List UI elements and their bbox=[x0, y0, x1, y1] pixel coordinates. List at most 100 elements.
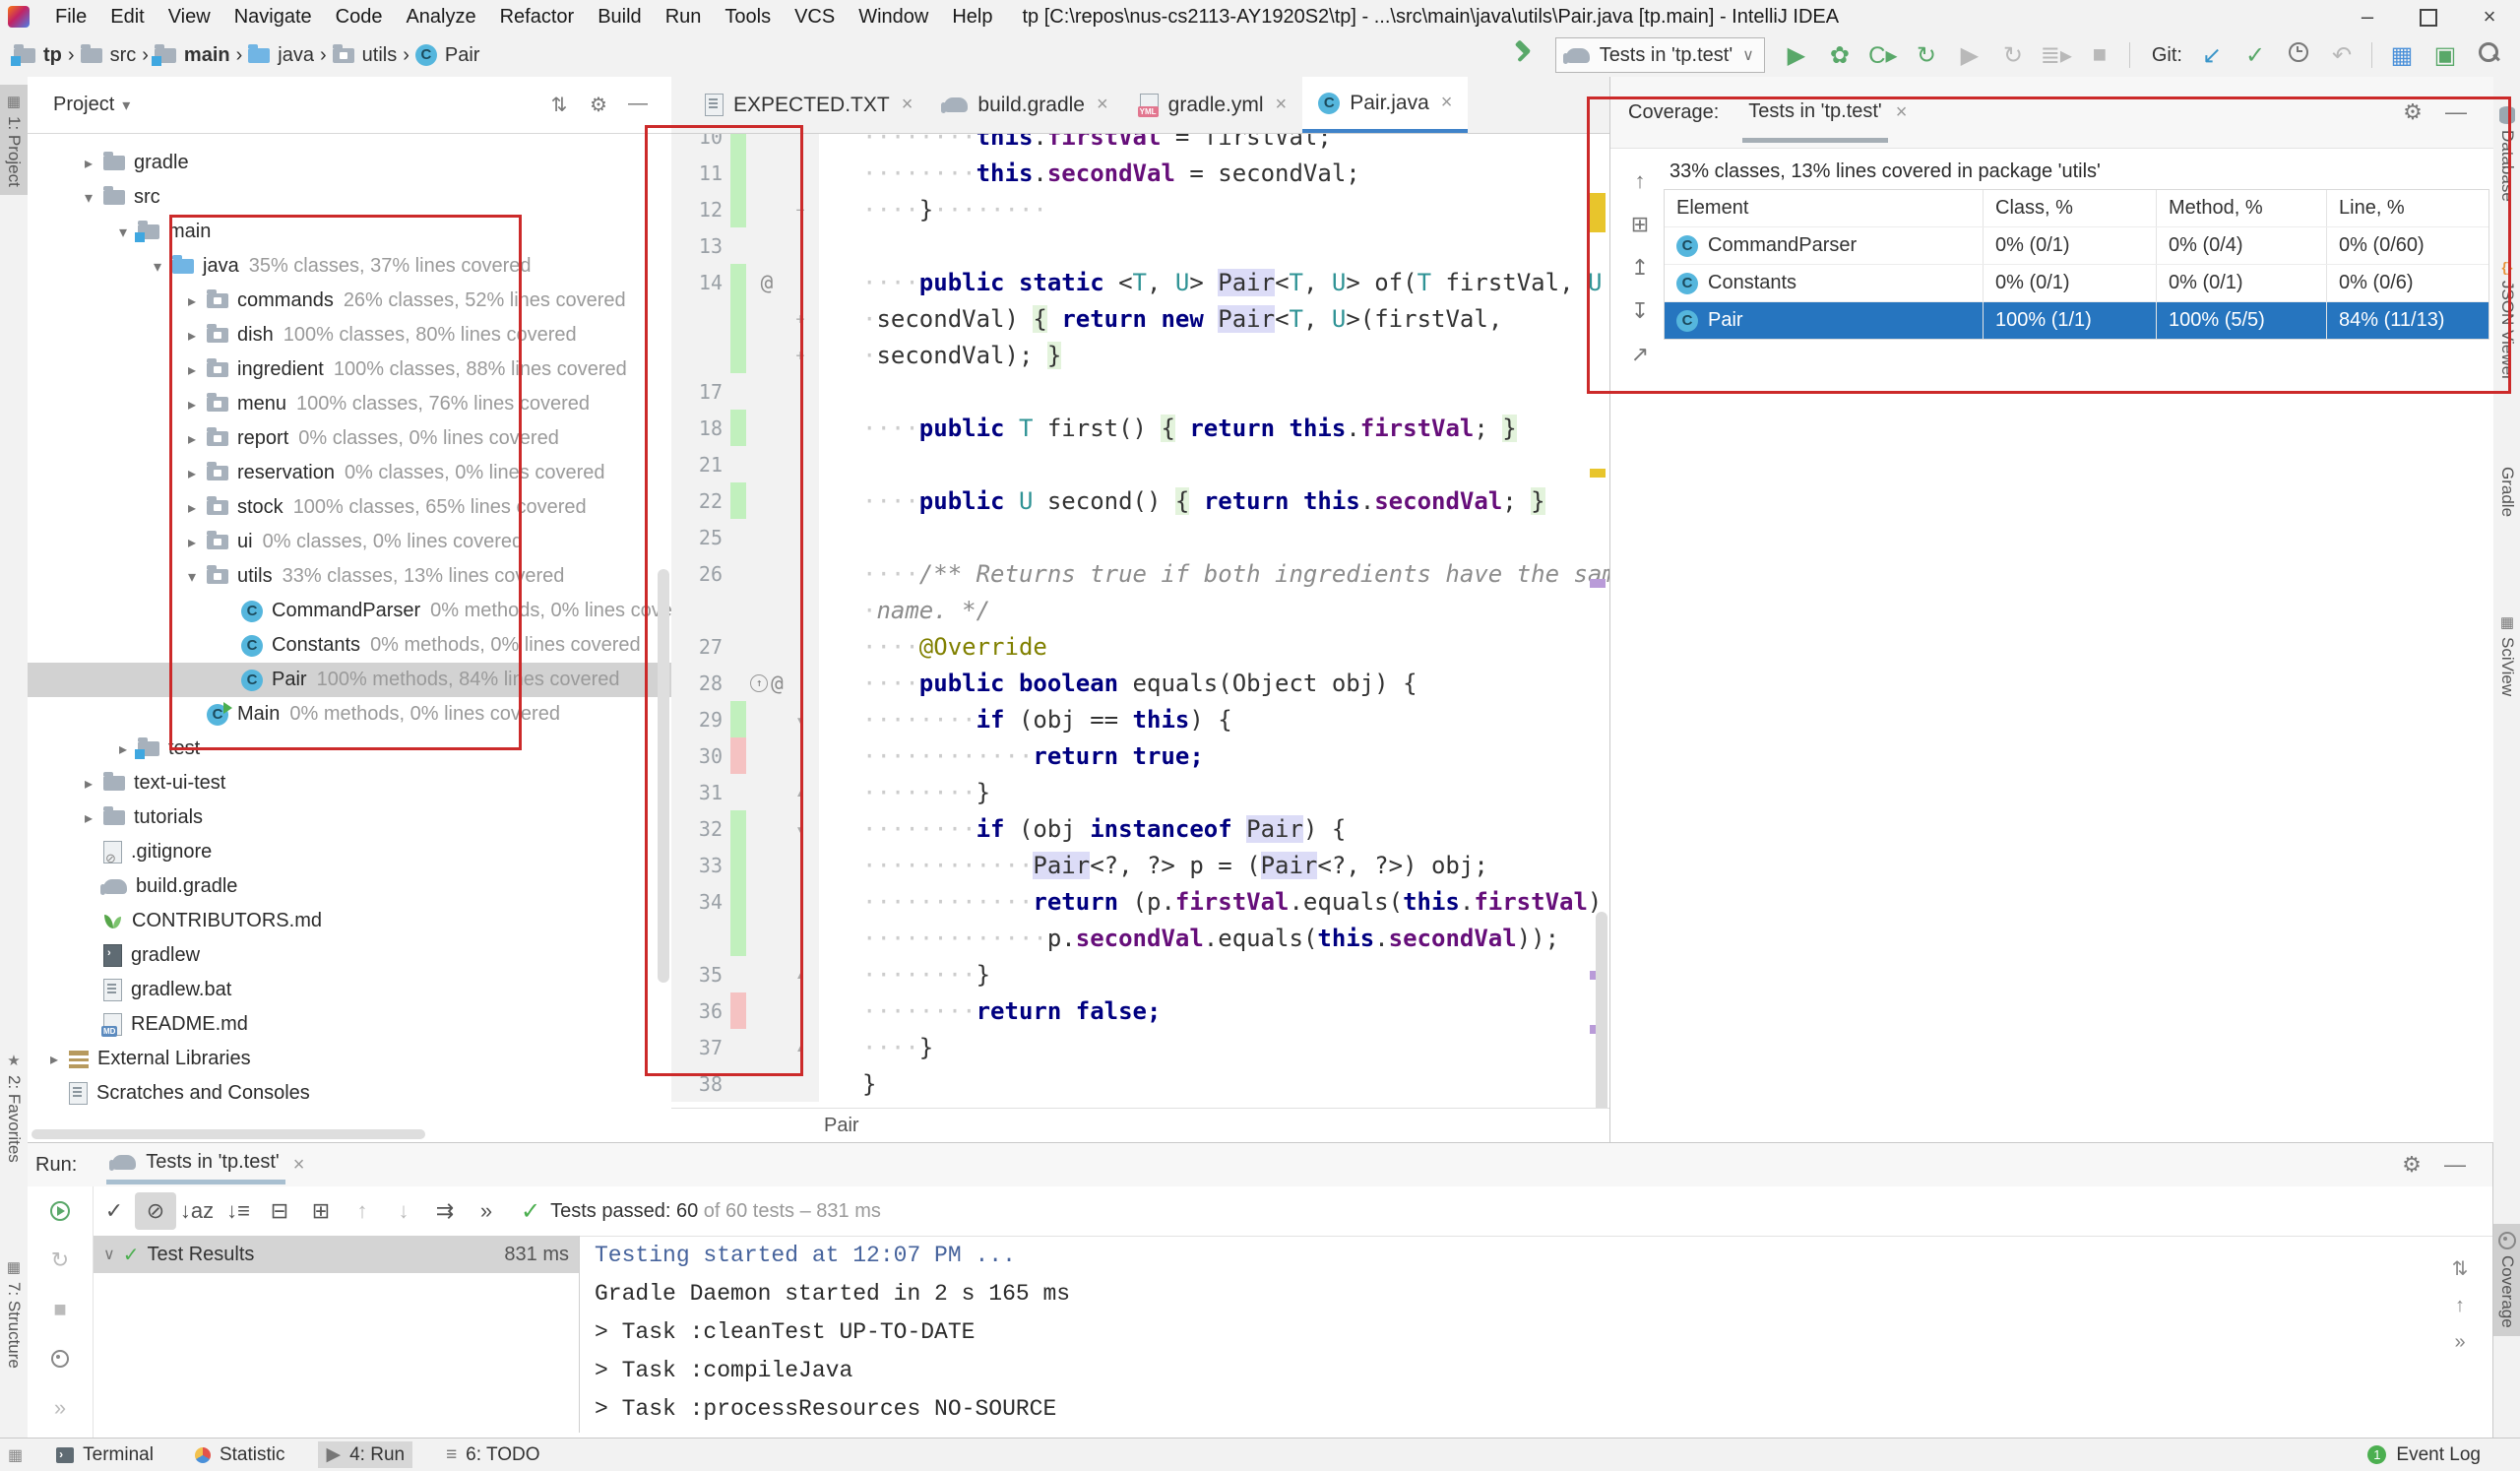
project-panel-title[interactable]: Project bbox=[53, 94, 114, 116]
debug-button[interactable]: ✿ bbox=[1818, 41, 1861, 70]
tree-item-CONTRIBUTORS.md[interactable]: CONTRIBUTORS.md bbox=[28, 904, 671, 938]
toolwindow-tab-json-viewer[interactable]: {} JSON Viewer bbox=[2493, 259, 2520, 381]
minimize-button[interactable]: – bbox=[2337, 0, 2398, 33]
gear-icon[interactable]: ⚙ bbox=[2390, 1152, 2433, 1178]
column-header-element[interactable]: Element bbox=[1665, 190, 1983, 226]
show-ignored-button[interactable]: ⊘ bbox=[135, 1192, 176, 1230]
chevron-right-icon[interactable]: ▸ bbox=[177, 395, 207, 415]
code-line[interactable]: 18 ····public T first() { return this.fir… bbox=[671, 410, 1609, 446]
code-line[interactable]: 11 ········this.secondVal = secondVal; bbox=[671, 155, 1609, 191]
breadcrumb-item-src[interactable]: src bbox=[80, 43, 136, 67]
tree-item-reservation[interactable]: ▸ reservation 0% classes, 0% lines covered bbox=[28, 456, 671, 490]
menu-view[interactable]: View bbox=[157, 6, 222, 29]
code-line[interactable]: 35 ▴ ········} bbox=[671, 956, 1609, 992]
tree-item-gradle[interactable]: ▸ gradle bbox=[28, 146, 671, 180]
editor-tab-gradle.yml[interactable]: gradle.yml × bbox=[1124, 77, 1303, 133]
collapse-all-icon[interactable]: ⇅ bbox=[539, 93, 579, 117]
chevron-right-icon[interactable]: ▸ bbox=[74, 154, 103, 173]
menu-help[interactable]: Help bbox=[940, 6, 1004, 29]
coverage-tab[interactable]: Tests in 'tp.test' bbox=[1742, 83, 1888, 143]
close-icon[interactable]: × bbox=[1896, 101, 1908, 124]
tree-item-Pair[interactable]: C Pair 100% methods, 84% lines covered bbox=[28, 663, 671, 697]
tree-item-CommandParser[interactable]: C CommandParser 0% methods, 0% lines cover… bbox=[28, 594, 671, 628]
code-line[interactable]: 17 bbox=[671, 373, 1609, 410]
export-icon[interactable]: ↗ bbox=[1631, 342, 1649, 367]
tree-vertical-scrollbar[interactable] bbox=[658, 569, 669, 983]
menu-build[interactable]: Build bbox=[586, 6, 653, 29]
test-history-button[interactable]: ⇉ bbox=[424, 1192, 466, 1230]
rerun-failed-tests-button[interactable]: ↻ bbox=[39, 1242, 81, 1279]
chevron-right-icon[interactable]: ▸ bbox=[177, 326, 207, 346]
tree-item-report[interactable]: ▸ report 0% classes, 0% lines covered bbox=[28, 421, 671, 456]
test-results-row[interactable]: ∨ ✓ Test Results 831 ms bbox=[94, 1236, 579, 1273]
previous-failed-button[interactable]: ↑ bbox=[342, 1192, 383, 1230]
tree-item-External Libraries[interactable]: ▸ External Libraries bbox=[28, 1042, 671, 1076]
breadcrumb-item-utils[interactable]: utils bbox=[332, 43, 397, 67]
chevron-right-icon[interactable]: ▸ bbox=[177, 291, 207, 311]
chevron-right-icon[interactable]: ▸ bbox=[177, 464, 207, 483]
chevron-right-icon[interactable]: ▸ bbox=[74, 774, 103, 794]
statusbar-4-run[interactable]: ▶ 4: Run bbox=[318, 1441, 413, 1468]
menu-edit[interactable]: Edit bbox=[98, 6, 156, 29]
next-failed-button[interactable]: ↓ bbox=[383, 1192, 424, 1230]
column-header-line[interactable]: Line, % bbox=[2326, 190, 2488, 226]
toolwindow-tab-coverage[interactable]: Coverage bbox=[2493, 1224, 2520, 1336]
toolwindow-toggle-icon[interactable]: ▦ bbox=[8, 1445, 23, 1465]
tree-item-ui[interactable]: ▸ ui 0% classes, 0% lines covered bbox=[28, 525, 671, 559]
code-line[interactable]: + ·secondVal); } bbox=[671, 337, 1609, 373]
git-commit-button[interactable]: ✓ bbox=[2234, 41, 2277, 70]
menu-file[interactable]: File bbox=[43, 6, 98, 29]
toolwindow-tab-1-project[interactable]: ▦ 1: Project bbox=[0, 85, 28, 195]
menu-code[interactable]: Code bbox=[324, 6, 395, 29]
code-line[interactable]: 12 − ····}········ bbox=[671, 191, 1609, 227]
menu-analyze[interactable]: Analyze bbox=[394, 6, 487, 29]
code-line[interactable]: ·name. */ bbox=[671, 592, 1609, 628]
tree-item-.gitignore[interactable]: .gitignore bbox=[28, 835, 671, 869]
chevron-down-icon[interactable]: ▾ bbox=[74, 188, 103, 208]
sort-alphabetically-button[interactable]: ↓az bbox=[176, 1192, 218, 1230]
tree-item-build.gradle[interactable]: build.gradle bbox=[28, 869, 671, 904]
tree-item-dish[interactable]: ▸ dish 100% classes, 80% lines covered bbox=[28, 318, 671, 352]
tree-item-gradlew[interactable]: gradlew bbox=[28, 938, 671, 973]
chevron-right-icon[interactable]: ▸ bbox=[177, 533, 207, 552]
tree-item-utils[interactable]: ▾ utils 33% classes, 13% lines covered bbox=[28, 559, 671, 594]
git-history-button[interactable] bbox=[2277, 41, 2320, 69]
hide-panel-icon[interactable]: — bbox=[2434, 99, 2478, 125]
code-line[interactable]: 29 ▾ ········if (obj == this) { bbox=[671, 701, 1609, 737]
chevron-right-icon[interactable]: ▸ bbox=[74, 808, 103, 828]
chevron-down-icon[interactable]: ▾ bbox=[177, 567, 207, 587]
code-line[interactable]: 13 bbox=[671, 227, 1609, 264]
toolwindow-tab-sciview[interactable]: ▦ SciView bbox=[2493, 613, 2520, 696]
editor-body[interactable]: 10 ········this.firstVal = firstVal; 11 ···… bbox=[671, 134, 1609, 1185]
tree-item-commands[interactable]: ▸ commands 26% classes, 52% lines covered bbox=[28, 284, 671, 318]
column-header-class[interactable]: Class, % bbox=[1983, 190, 2156, 226]
code-line[interactable]: ·············p.secondVal.equals(this.sec… bbox=[671, 920, 1609, 956]
close-icon[interactable]: × bbox=[293, 1154, 305, 1177]
chevron-down-icon[interactable]: ▾ bbox=[143, 257, 172, 277]
run-button[interactable]: ▶ bbox=[1775, 41, 1818, 70]
rerun-tests-button[interactable] bbox=[39, 1192, 81, 1230]
tree-item-Main[interactable]: C Main 0% methods, 0% lines covered bbox=[28, 697, 671, 732]
chevron-right-icon[interactable]: ▸ bbox=[177, 498, 207, 518]
code-line[interactable]: + ·secondVal) { return new Pair<T, U>(fir… bbox=[671, 300, 1609, 337]
code-line[interactable]: 25 bbox=[671, 519, 1609, 555]
run-tab[interactable]: Tests in 'tp.test' bbox=[106, 1145, 285, 1184]
coverage-row-Constants[interactable]: C Constants 0% (0/1) 0% (0/1) 0% (0/6) bbox=[1665, 264, 2488, 301]
editor-tab-Pair.java[interactable]: C Pair.java × bbox=[1302, 77, 1469, 133]
tree-item-gradlew.bat[interactable]: gradlew.bat bbox=[28, 973, 671, 1007]
tree-item-Scratches and Consoles[interactable]: Scratches and Consoles bbox=[28, 1076, 671, 1111]
tree-horizontal-scrollbar[interactable] bbox=[32, 1129, 425, 1139]
go-down-icon[interactable]: ↧ bbox=[1631, 298, 1649, 324]
code-line[interactable]: 34 ············return (p.firstVal.equals(… bbox=[671, 883, 1609, 920]
chevron-down-icon[interactable]: ▾ bbox=[122, 96, 130, 115]
statusbar-statistic[interactable]: Statistic bbox=[187, 1441, 293, 1468]
code-line[interactable]: 36 ········return false; bbox=[671, 992, 1609, 1029]
event-log-button[interactable]: Event Log bbox=[2396, 1444, 2481, 1466]
menu-vcs[interactable]: VCS bbox=[783, 6, 847, 29]
chevron-right-icon[interactable]: ▸ bbox=[177, 360, 207, 380]
column-header-method[interactable]: Method, % bbox=[2156, 190, 2326, 226]
play-disabled-button[interactable]: ▶ bbox=[1948, 41, 1991, 70]
code-line[interactable]: 30 ············return true; bbox=[671, 737, 1609, 774]
git-update-button[interactable]: ↙ bbox=[2190, 41, 2234, 70]
tree-item-Constants[interactable]: C Constants 0% methods, 0% lines covered bbox=[28, 628, 671, 663]
